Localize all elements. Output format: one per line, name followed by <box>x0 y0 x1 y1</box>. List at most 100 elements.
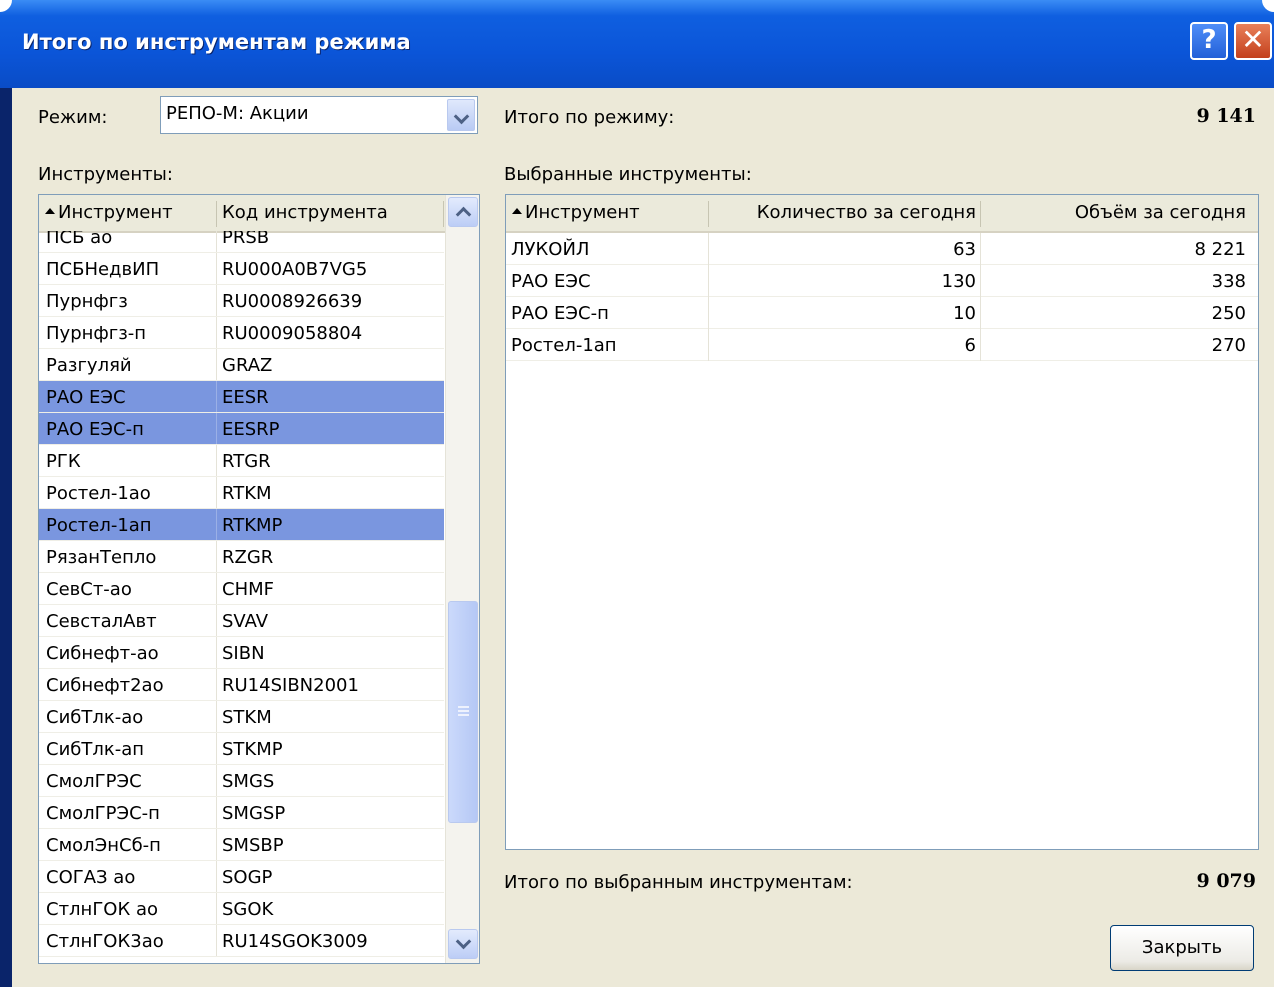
instrument-name: СибТлк-ап <box>46 739 145 760</box>
selected-instruments-label: Выбранные инструменты: <box>504 164 752 185</box>
instrument-name: Пурнфгз <box>46 291 128 312</box>
total-selected-value: 9 079 <box>1196 870 1257 892</box>
window-close-button[interactable]: ✕ <box>1234 22 1272 60</box>
close-button[interactable]: Закрыть <box>1110 925 1254 971</box>
column-header-instrument[interactable]: Инструмент <box>45 195 215 231</box>
list-item[interactable]: СтлнГОК ао SGOK <box>39 893 444 925</box>
cell-volume: 8 221 <box>1194 239 1246 260</box>
instrument-code: SOGP <box>222 867 273 888</box>
title-bar[interactable]: Итого по инструментам режима ? ✕ <box>0 0 1274 88</box>
selected-rows: ЛУКОЙЛ 63 8 221 РАО ЕЭС 130 338 РАО ЕЭС-п 10 250… <box>506 233 1258 361</box>
list-item[interactable]: ПСБ ао PRSB <box>39 231 444 253</box>
list-item[interactable]: СевсталАвт SVAV <box>39 605 444 637</box>
cell-instrument: Ростел-1ап <box>511 335 617 356</box>
table-row[interactable]: РАО ЕЭС-п 10 250 <box>506 297 1258 329</box>
list-item[interactable]: СибТлк-ао STKM <box>39 701 444 733</box>
instrument-code: CHMF <box>222 579 274 600</box>
help-button[interactable]: ? <box>1190 22 1228 60</box>
list-item[interactable]: СмолГРЭС SMGS <box>39 765 444 797</box>
total-mode-label: Итого по режиму: <box>504 107 675 128</box>
instruments-list-header: Инструмент Код инструмента <box>39 195 445 233</box>
instrument-name: Сибнефт-ао <box>46 643 159 664</box>
instrument-code: SMGS <box>222 771 275 792</box>
instruments-label: Инструменты: <box>38 164 173 185</box>
instrument-code: GRAZ <box>222 355 273 376</box>
instrument-code: SVAV <box>222 611 269 632</box>
table-row[interactable]: Ростел-1ап 6 270 <box>506 329 1258 361</box>
cell-volume: 270 <box>1211 335 1246 356</box>
scrollbar-thumb[interactable] <box>448 601 478 823</box>
scroll-up-icon[interactable] <box>448 197 478 227</box>
instrument-name: Ростел-1ао <box>46 483 151 504</box>
instrument-code: RU14SIBN2001 <box>222 675 359 696</box>
total-selected-label: Итого по выбранным инструментам: <box>504 872 853 893</box>
instrument-code: EESR <box>222 387 269 408</box>
list-item[interactable]: СмолЭнСб-п SMSBP <box>39 829 444 861</box>
instrument-code: EESRP <box>222 419 280 440</box>
dialog-window: Итого по инструментам режима ? ✕ Режим: … <box>0 0 1274 987</box>
list-item[interactable]: РАО ЕЭС-п EESRP <box>39 413 444 445</box>
instrument-name: СевСт-ао <box>46 579 132 600</box>
total-mode-value: 9 141 <box>1196 105 1257 127</box>
cell-volume: 250 <box>1211 303 1246 324</box>
instrument-code: RTKM <box>222 483 272 504</box>
instrument-name: СОГАЗ ао <box>46 867 136 888</box>
table-row[interactable]: ЛУКОЙЛ 63 8 221 <box>506 233 1258 265</box>
list-item[interactable]: СибТлк-ап STKMP <box>39 733 444 765</box>
instrument-name: СибТлк-ао <box>46 707 144 728</box>
scroll-down-icon[interactable] <box>448 929 478 959</box>
cell-volume: 338 <box>1211 271 1246 292</box>
instrument-code: SGOK <box>222 899 274 920</box>
instrument-name: РАО ЕЭС <box>46 387 126 408</box>
column-header-volume[interactable]: Объём за сегодня <box>986 195 1246 231</box>
instrument-name: ПСБНедвИП <box>46 259 160 280</box>
instrument-name: СевсталАвт <box>46 611 157 632</box>
column-header-qty[interactable]: Количество за сегодня <box>711 195 976 231</box>
instrument-code: RTKMP <box>222 515 283 536</box>
list-item[interactable]: СмолГРЭС-п SMGSP <box>39 797 444 829</box>
instrument-code: RU0008926639 <box>222 291 363 312</box>
chevron-down-icon[interactable] <box>447 99 475 131</box>
cell-instrument: РАО ЕЭС <box>511 271 591 292</box>
list-item[interactable]: Сибнефт2ао RU14SIBN2001 <box>39 669 444 701</box>
list-item[interactable]: Разгуляй GRAZ <box>39 349 444 381</box>
list-item[interactable]: Ростел-1ао RTKM <box>39 477 444 509</box>
instrument-name: СтлнГОК ао <box>46 899 159 920</box>
list-item[interactable]: СОГАЗ ао SOGP <box>39 861 444 893</box>
instrument-code: RZGR <box>222 547 274 568</box>
list-item[interactable]: РАО ЕЭС EESR <box>39 381 444 413</box>
instrument-code: SMSBP <box>222 835 284 856</box>
cell-instrument: ЛУКОЙЛ <box>511 239 590 260</box>
instrument-name: СмолГРЭС <box>46 771 142 792</box>
instruments-rows: ПСБ ао PRSB ПСБНедвИП RU000A0B7VG5 Пурнфгз RU… <box>39 231 444 963</box>
list-item[interactable]: РязанТепло RZGR <box>39 541 444 573</box>
list-item[interactable]: СевСт-ао CHMF <box>39 573 444 605</box>
mode-select[interactable]: РЕПО-М: Акции <box>160 96 478 134</box>
cell-qty: 130 <box>941 271 976 292</box>
column-header-instrument[interactable]: Инструмент <box>512 195 707 231</box>
sort-ascending-icon <box>512 208 522 214</box>
list-item[interactable]: РГК RTGR <box>39 445 444 477</box>
cell-instrument: РАО ЕЭС-п <box>511 303 609 324</box>
list-item[interactable]: Сибнефт-ао SIBN <box>39 637 444 669</box>
selected-instruments-grid[interactable]: Инструмент Количество за сегодня Объём з… <box>505 194 1259 850</box>
instrument-name: РязанТепло <box>46 547 157 568</box>
list-item[interactable]: Пурнфгз-п RU0009058804 <box>39 317 444 349</box>
table-row[interactable]: РАО ЕЭС 130 338 <box>506 265 1258 297</box>
selected-grid-header: Инструмент Количество за сегодня Объём з… <box>506 195 1258 233</box>
instrument-name: СмолЭнСб-п <box>46 835 161 856</box>
vertical-scrollbar[interactable] <box>445 195 479 963</box>
column-header-code[interactable]: Код инструмента <box>222 195 442 231</box>
cell-qty: 6 <box>964 335 976 356</box>
list-item[interactable]: Ростел-1ап RTKMP <box>39 509 444 541</box>
instrument-code: RTGR <box>222 451 271 472</box>
mode-select-value: РЕПО-М: Акции <box>166 103 309 124</box>
instrument-code: STKMP <box>222 739 283 760</box>
list-item[interactable]: ПСБНедвИП RU000A0B7VG5 <box>39 253 444 285</box>
instrument-name: Пурнфгз-п <box>46 323 147 344</box>
list-item[interactable]: Пурнфгз RU0008926639 <box>39 285 444 317</box>
instrument-name: СтлнГОК3ао <box>46 931 164 952</box>
instrument-code: SIBN <box>222 643 265 664</box>
list-item[interactable]: СтлнГОК3ао RU14SGOK3009 <box>39 925 444 957</box>
instruments-list[interactable]: Инструмент Код инструмента ПСБ ао PRSB ПСБ… <box>38 194 480 964</box>
